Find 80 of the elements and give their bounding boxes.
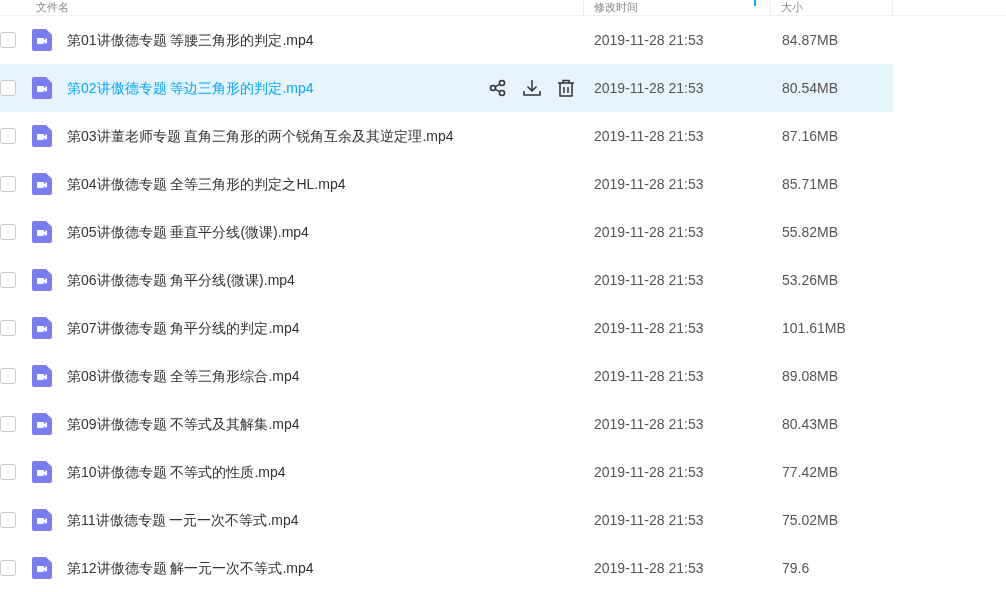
video-file-icon xyxy=(32,221,52,243)
video-file-icon xyxy=(32,509,52,531)
checkbox[interactable] xyxy=(0,224,16,240)
file-size: 87.16MB xyxy=(782,128,839,144)
file-size: 85.71MB xyxy=(782,176,839,192)
file-row[interactable]: 第05讲傲德专题 垂直平分线(微课).mp4 2019-11-28 21:53 55.82MB xyxy=(0,208,893,256)
modified-date: 2019-11-28 21:53 xyxy=(594,224,704,240)
checkbox[interactable] xyxy=(0,80,16,96)
video-file-icon xyxy=(32,317,52,339)
file-row[interactable]: 第04讲傲德专题 全等三角形的判定之HL.mp4 2019-11-28 21:53 85.71MB xyxy=(0,160,893,208)
file-name[interactable]: 第10讲傲德专题 不等式的性质.mp4 xyxy=(67,461,286,483)
file-row[interactable]: 第10讲傲德专题 不等式的性质.mp4 2019-11-28 21:53 77.42MB xyxy=(0,448,893,496)
modified-date: 2019-11-28 21:53 xyxy=(594,320,704,336)
share-icon xyxy=(489,79,507,97)
file-size: 101.61MB xyxy=(782,320,846,336)
modified-date: 2019-11-28 21:53 xyxy=(594,128,704,144)
checkbox[interactable] xyxy=(0,416,16,432)
file-row[interactable]: 第02讲傲德专题 等边三角形的判定.mp4 2019-11-28 21:53 80.54MB xyxy=(0,64,893,112)
checkbox[interactable] xyxy=(0,272,16,288)
checkbox[interactable] xyxy=(0,368,16,384)
file-name[interactable]: 第01讲傲德专题 等腰三角形的判定.mp4 xyxy=(67,29,314,51)
download-button[interactable] xyxy=(523,79,541,97)
file-name[interactable]: 第06讲傲德专题 角平分线(微课).mp4 xyxy=(67,269,295,291)
file-row[interactable]: 第07讲傲德专题 角平分线的判定.mp4 2019-11-28 21:53 101.61MB xyxy=(0,304,893,352)
modified-date: 2019-11-28 21:53 xyxy=(594,80,704,96)
file-size: 75.02MB xyxy=(782,512,839,528)
checkbox[interactable] xyxy=(0,560,16,576)
modified-date: 2019-11-28 21:53 xyxy=(594,272,704,288)
modified-date: 2019-11-28 21:53 xyxy=(594,512,704,528)
file-name[interactable]: 第04讲傲德专题 全等三角形的判定之HL.mp4 xyxy=(67,173,346,195)
file-name[interactable]: 第12讲傲德专题 解一元一次不等式.mp4 xyxy=(67,557,314,579)
file-name[interactable]: 第03讲董老师专题 直角三角形的两个锐角互余及其逆定理.mp4 xyxy=(67,125,454,147)
checkbox[interactable] xyxy=(0,32,16,48)
video-file-icon xyxy=(32,557,52,579)
checkbox[interactable] xyxy=(0,320,16,336)
file-size: 80.54MB xyxy=(782,80,839,96)
share-button[interactable] xyxy=(489,79,507,97)
file-name[interactable]: 第05讲傲德专题 垂直平分线(微课).mp4 xyxy=(67,221,309,243)
video-file-icon xyxy=(32,29,52,51)
file-row[interactable]: 第08讲傲德专题 全等三角形综合.mp4 2019-11-28 21:53 89.08MB xyxy=(0,352,893,400)
file-size: 53.26MB xyxy=(782,272,839,288)
video-file-icon xyxy=(32,461,52,483)
video-file-icon xyxy=(32,173,52,195)
modified-date: 2019-11-28 21:53 xyxy=(594,560,704,576)
checkbox[interactable] xyxy=(0,464,16,480)
file-row[interactable]: 第03讲董老师专题 直角三角形的两个锐角互余及其逆定理.mp4 2019-11-28 21:53 87.16MB xyxy=(0,112,893,160)
file-row[interactable]: 第09讲傲德专题 不等式及其解集.mp4 2019-11-28 21:53 80.43MB xyxy=(0,400,893,448)
video-file-icon xyxy=(32,365,52,387)
checkbox[interactable] xyxy=(0,176,16,192)
delete-button[interactable] xyxy=(557,79,575,97)
file-size: 80.43MB xyxy=(782,416,839,432)
checkbox[interactable] xyxy=(0,128,16,144)
trash-icon xyxy=(557,79,575,97)
video-file-icon xyxy=(32,269,52,291)
file-row[interactable]: 第01讲傲德专题 等腰三角形的判定.mp4 2019-11-28 21:53 84.87MB xyxy=(0,16,893,64)
file-size: 77.42MB xyxy=(782,464,839,480)
modified-date: 2019-11-28 21:53 xyxy=(594,464,704,480)
download-icon xyxy=(523,79,541,97)
modified-date: 2019-11-28 21:53 xyxy=(594,32,704,48)
file-name[interactable]: 第07讲傲德专题 角平分线的判定.mp4 xyxy=(67,317,300,339)
checkbox[interactable] xyxy=(0,512,16,528)
file-size: 89.08MB xyxy=(782,368,839,384)
file-size: 84.87MB xyxy=(782,32,839,48)
file-name[interactable]: 第11讲傲德专题 一元一次不等式.mp4 xyxy=(67,509,299,531)
file-size: 79.6 xyxy=(782,560,810,576)
file-name[interactable]: 第09讲傲德专题 不等式及其解集.mp4 xyxy=(67,413,300,435)
file-row[interactable]: 第12讲傲德专题 解一元一次不等式.mp4 2019-11-28 21:53 79.6 xyxy=(0,544,893,592)
modified-date: 2019-11-28 21:53 xyxy=(594,176,704,192)
column-header[interactable]: 大小 xyxy=(781,0,803,14)
column-header[interactable]: 修改时间 xyxy=(594,0,638,14)
file-name[interactable]: 第08讲傲德专题 全等三角形综合.mp4 xyxy=(67,365,300,387)
video-file-icon xyxy=(32,413,52,435)
column-header[interactable]: 文件名 xyxy=(36,0,69,14)
file-row[interactable]: 第11讲傲德专题 一元一次不等式.mp4 2019-11-28 21:53 75.02MB xyxy=(0,496,893,544)
video-file-icon xyxy=(32,77,52,99)
modified-date: 2019-11-28 21:53 xyxy=(594,368,704,384)
modified-date: 2019-11-28 21:53 xyxy=(594,416,704,432)
file-row[interactable]: 第06讲傲德专题 角平分线(微课).mp4 2019-11-28 21:53 53.26MB xyxy=(0,256,893,304)
file-size: 55.82MB xyxy=(782,224,839,240)
video-file-icon xyxy=(32,125,52,147)
